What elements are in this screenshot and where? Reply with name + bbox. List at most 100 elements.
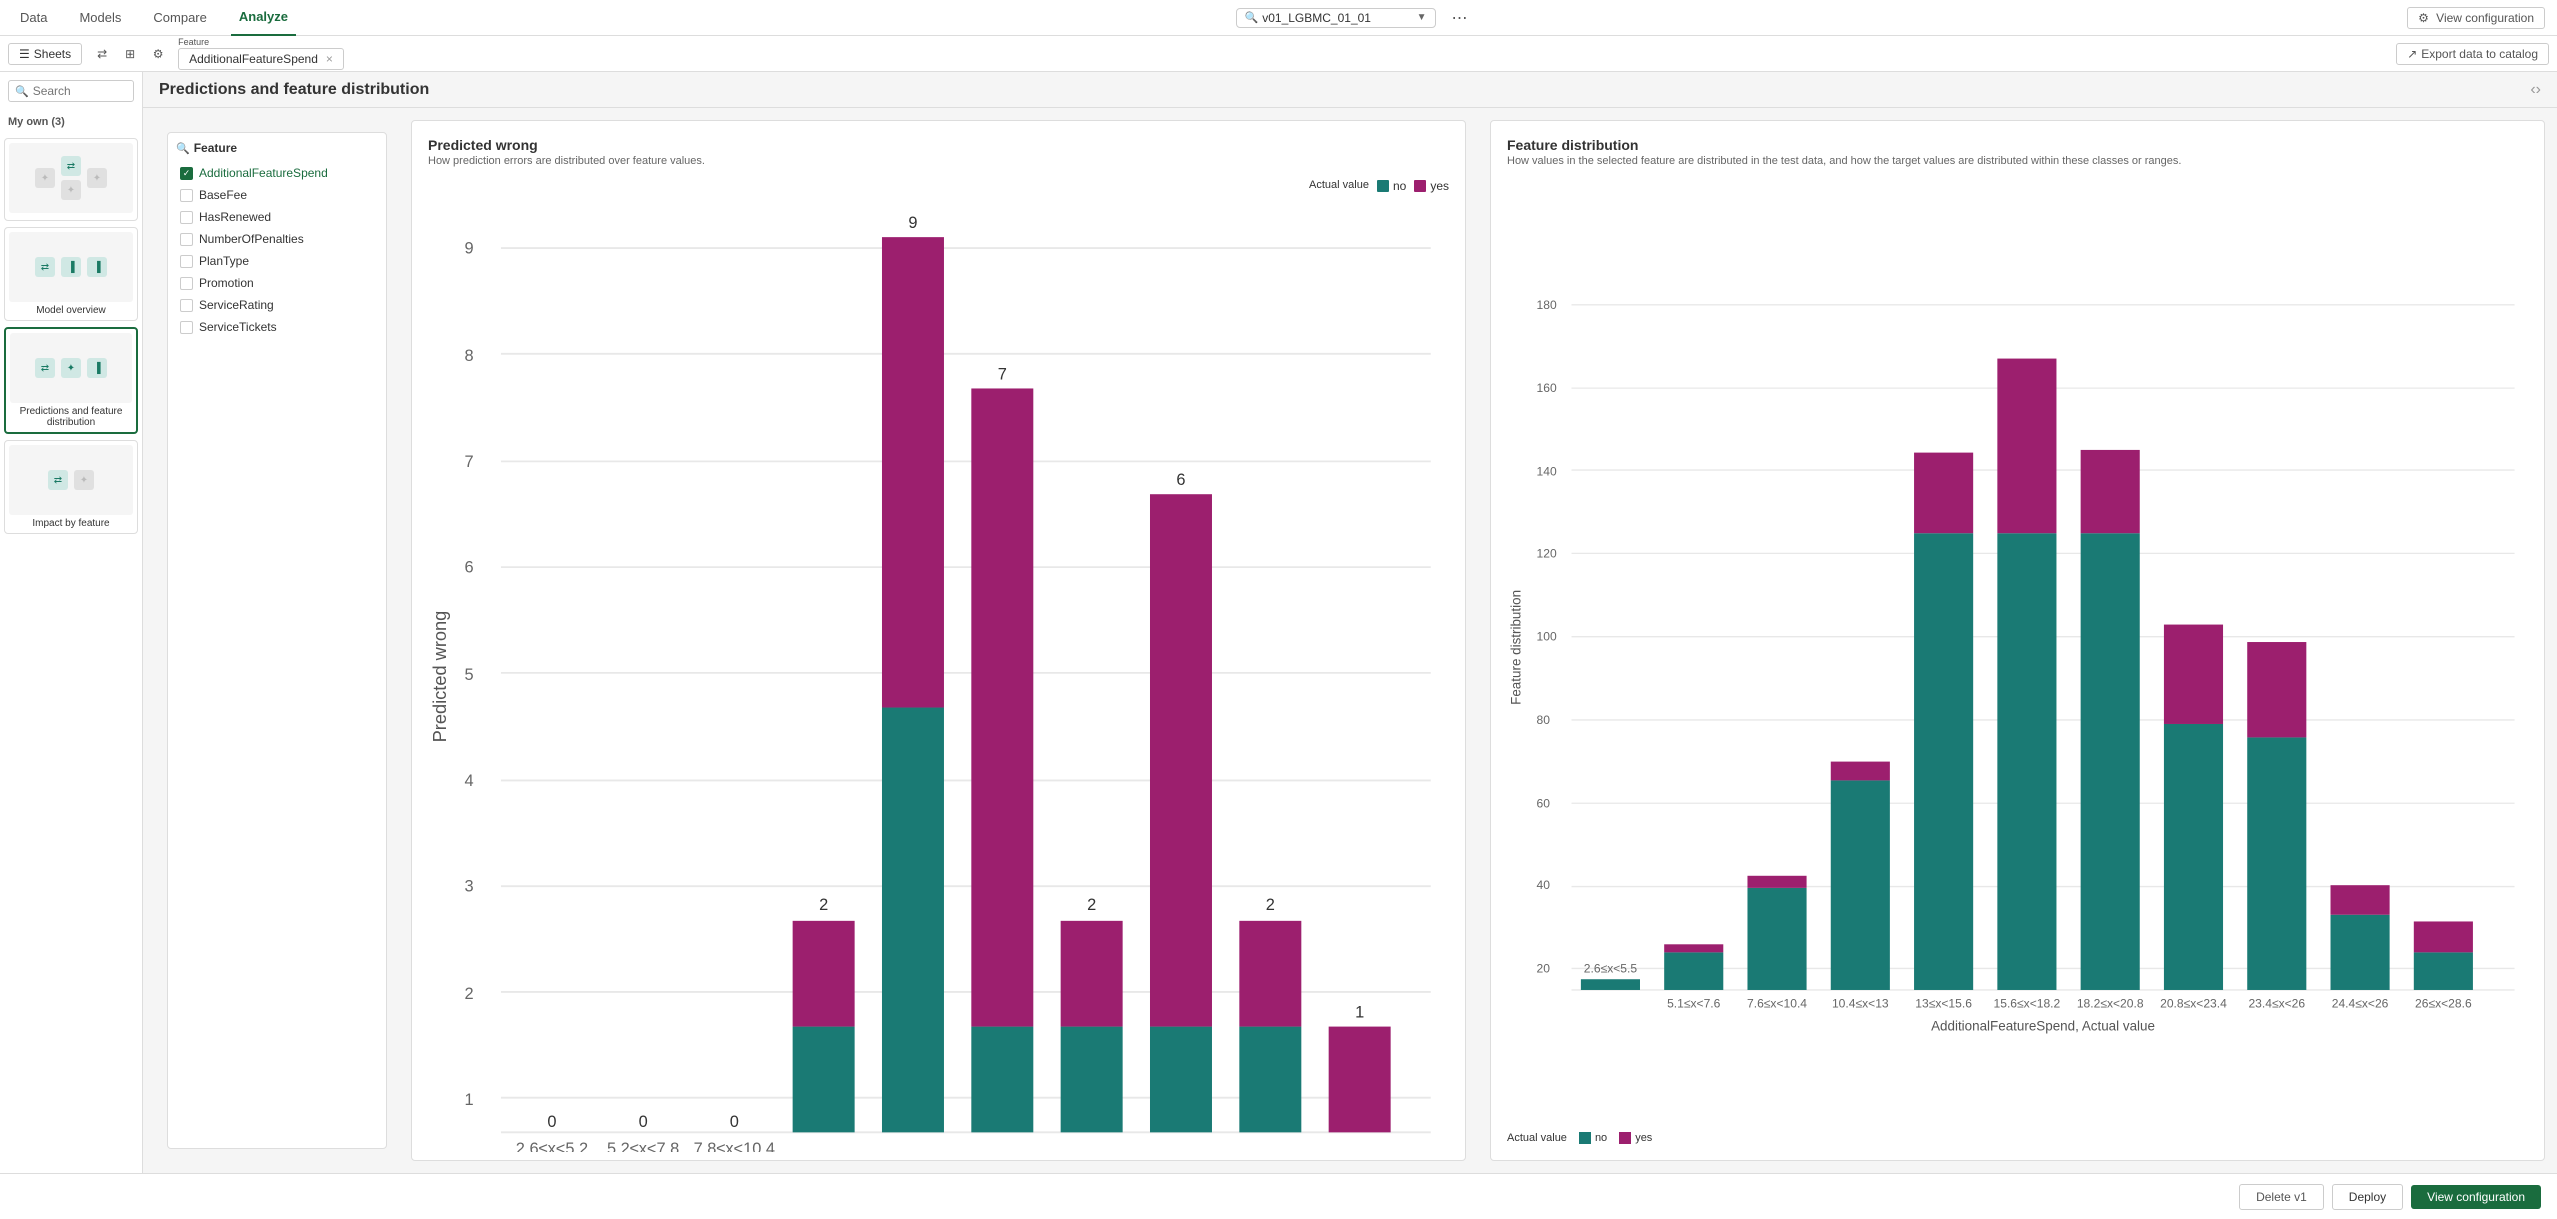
tab-close-button[interactable]: ×	[326, 52, 333, 66]
sheet-card-model-overview[interactable]: ⇄ ▐ ▐ Model overview	[4, 227, 138, 321]
feature-label-7: ServiceTickets	[199, 320, 277, 334]
top-navigation: Data Models Compare Analyze 🔍 v01_LGBMC_…	[0, 0, 2557, 36]
svg-text:26≤x<28.6: 26≤x<28.6	[2415, 996, 2472, 1010]
svg-text:140: 140	[1537, 464, 1557, 478]
puzzle-icon-4: ✦	[74, 470, 94, 490]
svg-text:2: 2	[464, 985, 473, 1003]
legend-yes-dot	[1414, 180, 1426, 192]
svg-text:100: 100	[1537, 630, 1557, 644]
feature-item-4[interactable]: PlanType	[176, 251, 378, 271]
export-data-button[interactable]: ↗ Export data to catalog	[2396, 43, 2549, 65]
sheet-card-predictions[interactable]: ⇄ ✦ ▐ Predictions and feature distributi…	[4, 327, 138, 434]
checkbox-5[interactable]	[180, 277, 193, 290]
export-icon: ↗	[2407, 47, 2417, 61]
svg-text:2.6≤x<5.2: 2.6≤x<5.2	[516, 1140, 588, 1152]
bar-6-yes	[1061, 921, 1123, 1027]
feature-distribution-chart-panel: Feature distribution How values in the s…	[1490, 120, 2545, 1161]
svg-text:Predicted wrong: Predicted wrong	[429, 611, 450, 743]
predicted-wrong-subtitle: How prediction errors are distributed ov…	[428, 155, 1449, 167]
feature-item-5[interactable]: Promotion	[176, 273, 378, 293]
page-title: Predictions and feature distribution	[159, 81, 429, 99]
sheets-label: Sheets	[34, 47, 71, 61]
svg-text:20: 20	[1537, 962, 1551, 976]
model-selector[interactable]: 🔍 v01_LGBMC_01_01 ▼	[1236, 8, 1436, 28]
checkbox-2[interactable]	[180, 211, 193, 224]
swap-icon-button[interactable]: ⇄	[90, 42, 114, 66]
svg-text:2: 2	[1266, 896, 1275, 914]
feature-dist-legend: Actual value no yes	[1507, 1132, 2528, 1144]
checkbox-0[interactable]: ✓	[180, 167, 193, 180]
svg-text:160: 160	[1537, 381, 1557, 395]
search-input[interactable]	[33, 84, 127, 98]
checkbox-1[interactable]	[180, 189, 193, 202]
add-sheet-button[interactable]: ⊞	[118, 42, 142, 66]
nav-compare[interactable]: Compare	[145, 0, 214, 36]
svg-text:18.2≤x<20.8: 18.2≤x<20.8	[2077, 996, 2144, 1010]
svg-text:4: 4	[464, 772, 473, 790]
svg-text:7.6≤x<10.4: 7.6≤x<10.4	[1747, 996, 1807, 1010]
svg-text:20.8≤x<23.4: 20.8≤x<23.4	[2160, 996, 2227, 1010]
sheet-card-1[interactable]: ✦ ⇄ ✦ ✦	[4, 138, 138, 221]
svg-text:AdditionalFeatureSpend, Actual: AdditionalFeatureSpend, Actual value	[1931, 1018, 2155, 1033]
deploy-button[interactable]: Deploy	[2332, 1184, 2403, 1210]
sheets-button[interactable]: ☰ Sheets	[8, 43, 82, 65]
predicted-wrong-chart-panel: Predicted wrong How prediction errors ar…	[411, 120, 1466, 1161]
expand-button[interactable]: ›	[2536, 81, 2541, 99]
legend-no: no	[1377, 179, 1406, 193]
sheet-card-inner-4: ⇄ ✦	[9, 445, 133, 515]
sheet-card-label-3: Predictions and feature distribution	[10, 406, 132, 428]
predicted-wrong-legend: Actual value no yes	[428, 179, 1449, 193]
predicted-wrong-chart-area: 9 8 7 6 5 4 3 2 1 Predicted wrong	[428, 201, 1449, 1152]
feature-item-6[interactable]: ServiceRating	[176, 295, 378, 315]
nav-analyze[interactable]: Analyze	[231, 0, 296, 36]
legend-no-item: no	[1579, 1132, 1607, 1144]
view-configuration-green-button[interactable]: View configuration	[2411, 1185, 2541, 1209]
svg-text:10.4≤x<13: 10.4≤x<13	[1832, 996, 1889, 1010]
svg-text:5.2≤x<7.8: 5.2≤x<7.8	[607, 1140, 679, 1152]
feature-panel: 🔍 Feature ✓ AdditionalFeatureSpend BaseF…	[167, 132, 387, 1149]
bar-icon: ▐	[61, 257, 81, 277]
feature-item-1[interactable]: BaseFee	[176, 185, 378, 205]
search-box[interactable]: 🔍	[8, 80, 134, 102]
feature-dist-subtitle: How values in the selected feature are d…	[1507, 155, 2207, 167]
sheet-card-inner-1: ✦ ⇄ ✦ ✦	[9, 143, 133, 213]
svg-text:9: 9	[908, 214, 917, 232]
tab-item[interactable]: AdditionalFeatureSpend ×	[178, 48, 344, 70]
bar-icon-3: ▐	[87, 358, 107, 378]
bar-6-no	[1061, 1027, 1123, 1133]
nav-models[interactable]: Models	[71, 0, 129, 36]
bar-4-no	[882, 708, 944, 1133]
settings-sheet-button[interactable]: ⚙	[146, 42, 170, 66]
legend-yes-swatch	[1619, 1132, 1631, 1144]
puzzle-icon-2: ✦	[87, 168, 107, 188]
checkbox-3[interactable]	[180, 233, 193, 246]
tab-bottom-label: AdditionalFeatureSpend	[189, 52, 318, 66]
delete-button[interactable]: Delete v1	[2239, 1184, 2324, 1210]
svg-text:5: 5	[464, 666, 473, 684]
swap-icon-4: ⇄	[48, 470, 68, 490]
predicted-wrong-title: Predicted wrong	[428, 137, 1449, 153]
checkbox-7[interactable]	[180, 321, 193, 334]
legend-title: Actual value	[1309, 179, 1369, 193]
checkbox-6[interactable]	[180, 299, 193, 312]
swap-mini-icon: ⇄	[61, 156, 81, 176]
checkbox-4[interactable]	[180, 255, 193, 268]
feature-item-0[interactable]: ✓ AdditionalFeatureSpend	[176, 163, 378, 183]
bottom-bar: Delete v1 Deploy View configuration	[0, 1173, 2557, 1219]
sheet-cards: ✦ ⇄ ✦ ✦ ⇄ ▐ ▐ Model overview	[0, 134, 142, 1173]
nav-data[interactable]: Data	[12, 0, 55, 36]
sheet-card-inner-3: ⇄ ✦ ▐	[10, 333, 132, 403]
sheet-card-impact[interactable]: ⇄ ✦ Impact by feature	[4, 440, 138, 534]
view-configuration-button[interactable]: ⚙ View configuration	[2407, 7, 2545, 29]
view-config-label: View configuration	[2436, 11, 2534, 25]
feature-dist-svg: 180 160 140 120 100 80 60 40 20 Feature …	[1507, 187, 2528, 1081]
svg-text:2: 2	[1087, 896, 1096, 914]
feature-dist-legend-title: Actual value	[1507, 1132, 1567, 1144]
feature-item-3[interactable]: NumberOfPenalties	[176, 229, 378, 249]
feature-label-3: NumberOfPenalties	[199, 232, 304, 246]
feature-item-2[interactable]: HasRenewed	[176, 207, 378, 227]
mini-icons-col: ⇄ ✦	[61, 156, 81, 200]
more-options-button[interactable]: ⋯	[1452, 8, 1468, 28]
svg-text:1: 1	[464, 1091, 473, 1109]
feature-item-7[interactable]: ServiceTickets	[176, 317, 378, 337]
